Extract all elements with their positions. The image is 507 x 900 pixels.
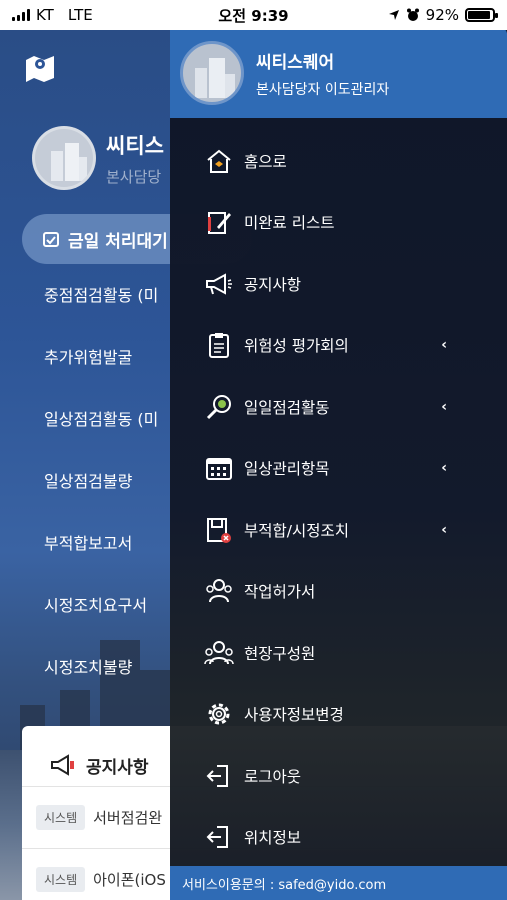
bg-list-item[interactable]: 시정조치요구서: [44, 588, 158, 650]
menu-item-site-members[interactable]: 현장구성원: [170, 622, 507, 684]
status-left: KT LTE: [12, 6, 93, 24]
bg-list-item[interactable]: 일상점검활동 (미: [44, 402, 158, 464]
bg-list-item[interactable]: 추가위험발굴: [44, 340, 158, 402]
gear-icon: [204, 699, 234, 729]
bg-list-item[interactable]: 부적합보고서: [44, 526, 158, 588]
menu-item-nonconformance[interactable]: 부적합/시정조치 ‹: [170, 499, 507, 561]
battery-icon: [465, 8, 498, 22]
notice-text: 아이폰(iOS: [93, 871, 166, 889]
menu-label: 위치정보: [244, 829, 302, 848]
location-exit-icon: [204, 822, 234, 852]
drawer-profile-name: 씨티스퀘어: [256, 52, 335, 73]
menu-label: 위험성 평가회의: [244, 337, 349, 356]
location-arrow-icon: [388, 10, 399, 20]
chevron-left-icon[interactable]: ‹: [441, 399, 447, 415]
menu-item-incomplete-list[interactable]: 미완료 리스트: [170, 192, 507, 254]
alarm-icon: [406, 8, 419, 21]
document-alert-icon: [204, 515, 234, 545]
notice-text: 서버점검완: [93, 809, 163, 827]
menu-item-daily-inspection[interactable]: 일일점검활동 ‹: [170, 376, 507, 438]
menu-item-home[interactable]: 홈으로: [170, 130, 507, 192]
drawer-footer[interactable]: 서비스이용문의 : safed@yido.com: [170, 866, 507, 900]
menu-label: 일일점검활동: [244, 398, 330, 417]
bg-list-item[interactable]: 중점점검활동 (미: [44, 278, 158, 340]
menu-item-logout[interactable]: 로그아웃: [170, 745, 507, 807]
chevron-left-icon[interactable]: ‹: [441, 460, 447, 476]
clock: 오전 9:39: [218, 6, 289, 25]
menu-label: 로그아웃: [244, 767, 302, 786]
bg-list: 중점점검활동 (미 추가위험발굴 일상점검활동 (미 일상점검불량 부적합보고서…: [44, 278, 158, 712]
menu-item-risk-meeting[interactable]: 위험성 평가회의 ‹: [170, 315, 507, 377]
menu-label: 현장구성원: [244, 644, 316, 663]
status-right: 92%: [388, 6, 498, 24]
drawer-menu: 홈으로 미완료 리스트 공지사항 위험성 평가회의 ‹ 일일점검활동 ‹ 일상관…: [170, 118, 507, 868]
menu-label: 사용자정보변경: [244, 706, 344, 725]
home-icon: [204, 146, 234, 176]
menu-label: 일상관리항목: [244, 460, 330, 479]
today-pending-label: 금일 처리대기: [68, 231, 168, 252]
menu-item-location-info[interactable]: 위치정보: [170, 807, 507, 869]
bg-profile-role: 본사담당: [106, 167, 162, 186]
logout-icon: [204, 761, 234, 791]
megaphone-icon: [51, 754, 74, 776]
menu-item-daily-management[interactable]: 일상관리항목 ‹: [170, 438, 507, 500]
menu-label: 홈으로: [244, 152, 287, 171]
avatar: [32, 126, 96, 190]
pencil-note-icon: [204, 207, 234, 237]
menu-label: 미완료 리스트: [244, 214, 335, 233]
magnifier-icon: [204, 392, 234, 422]
carrier-label: KT: [36, 6, 54, 24]
notice-tag: 시스템: [36, 805, 86, 830]
building-avatar-icon: [195, 58, 235, 98]
menu-item-user-settings[interactable]: 사용자정보변경: [170, 684, 507, 746]
menu-label: 작업허가서: [244, 583, 316, 602]
status-bar: KT LTE 오전 9:39 92%: [0, 0, 507, 30]
group-icon: [204, 576, 234, 606]
team-icon: [204, 638, 234, 668]
drawer-header: 씨티스퀘어 본사담당자 이도관리자: [170, 28, 507, 118]
bg-profile-name: 씨티스: [106, 133, 164, 158]
signal-icon: [12, 9, 30, 21]
chevron-left-icon[interactable]: ‹: [441, 522, 447, 538]
notice-title: 공지사항: [86, 757, 149, 778]
bg-list-item[interactable]: 일상점검불량: [44, 464, 158, 526]
battery-fill: [468, 11, 491, 19]
battery-percent: 92%: [425, 6, 459, 24]
megaphone-icon: [204, 269, 234, 299]
drawer-avatar: [180, 41, 244, 105]
bg-profile: 씨티스 본사담당: [32, 126, 164, 190]
drawer-profile-role: 본사담당자 이도관리자: [256, 81, 390, 98]
menu-label: 부적합/시정조치: [244, 521, 350, 540]
network-label: LTE: [67, 6, 93, 24]
map-icon[interactable]: [24, 52, 56, 82]
calendar-check-icon: [43, 232, 59, 247]
menu-label: 공지사항: [244, 275, 302, 294]
bg-list-item[interactable]: 시정조치불량: [44, 650, 158, 712]
chevron-left-icon[interactable]: ‹: [441, 337, 447, 353]
side-drawer: 씨티스퀘어 본사담당자 이도관리자 홈으로 미완료 리스트 공지사항 위험성 평…: [170, 28, 507, 900]
clipboard-icon: [204, 330, 234, 360]
building-avatar-icon: [51, 143, 87, 181]
menu-item-notice[interactable]: 공지사항: [170, 253, 507, 315]
notice-tag: 시스템: [36, 867, 86, 892]
calendar-icon: [204, 453, 234, 483]
menu-item-work-permit[interactable]: 작업허가서: [170, 561, 507, 623]
